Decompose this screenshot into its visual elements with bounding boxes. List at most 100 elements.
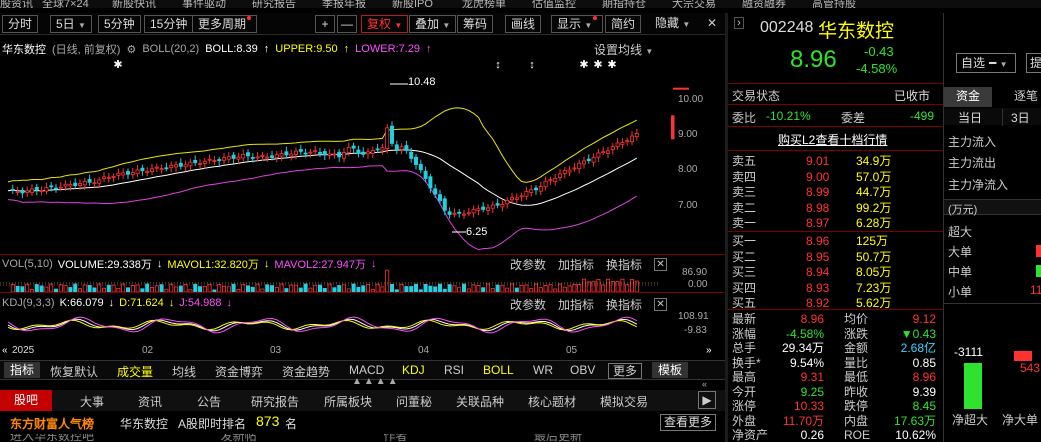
net-l-label: 净大单 [1002,413,1039,427]
candle-body [341,152,346,159]
collapse-icon[interactable]: ▲▲▲▲ [352,376,400,387]
kdj-lines[interactable] [0,311,725,345]
l2-upgrade-link[interactable]: 购买L2查看十档行情 [778,131,887,148]
candlestick-chart[interactable]: ✱ ↕ ↕ ✱ ✱ ✱ [0,56,725,254]
restore-default-tab[interactable]: 恢复默认 [50,363,98,380]
menu-item[interactable]: 龙虎榜单 [462,0,506,8]
menu-item[interactable]: 期指持仓 [602,0,646,8]
date-axis[interactable]: « 2025 02 03 04 05 » [0,344,725,359]
candle-body [97,179,102,184]
more-periods-button[interactable]: 更多周期 [192,15,258,33]
candle-body [10,189,15,191]
wr-tab[interactable]: WR [533,363,553,377]
menu-item[interactable]: 新股IPO [392,0,433,8]
menu-item[interactable]: 融资融券 [742,0,786,8]
buy-level: 买二 [732,249,757,264]
gear-icon[interactable]: ⚙ [126,43,136,56]
close-panel-icon[interactable]: ✕ [654,298,668,311]
sell-volume: 34.9万 [856,154,892,168]
sell-row[interactable]: 卖三 8.99 44.7万 [732,185,936,200]
kdj-tab[interactable]: KDJ [402,363,425,377]
sell-row[interactable]: 卖四 9.00 57.0万 [732,170,936,185]
adjust-price-button[interactable]: 复权 ▼ [361,15,409,33]
flow-bar [1036,245,1041,257]
period-intraday-button[interactable]: 分时 [2,15,39,33]
period-5day-button[interactable]: 5日 ▼ [50,15,92,33]
menu-item[interactable]: 新股快讯 [112,0,156,8]
template-button[interactable]: 模板 [652,362,689,378]
tab-guba[interactable]: 股吧 [0,390,53,411]
arrow-up-icon: ↑ [263,43,270,55]
tab-sim-trade[interactable]: 模拟交易 [600,393,648,410]
menu-item[interactable]: 事件驱动 [182,0,226,8]
sell-row[interactable]: 卖一 8.97 6.28万 [732,216,936,231]
menu-item[interactable]: 股资讯 [0,0,33,8]
capital-trend-tab[interactable]: 资金趋势 [282,363,330,380]
obv-tab[interactable]: OBV [570,363,595,377]
hide-button[interactable]: 隐藏 ▼ [650,15,695,33]
volume-bars[interactable] [0,269,725,293]
candle-body [265,156,270,159]
close-toolbar-icon[interactable]: ✕ [702,15,722,33]
stat-row: 最高 9.31 最低 8.96 [732,370,936,384]
candle-body [116,172,121,176]
tab-related[interactable]: 关联品种 [456,393,504,410]
menu-item[interactable]: 估值监控 [532,0,576,8]
capital-game-tab[interactable]: 资金博弈 [215,363,263,380]
display-button[interactable]: 显示 ▼ [551,15,604,33]
menu-item[interactable]: 研究报告 [252,0,296,8]
tab-ask-board[interactable]: 问董秘 [396,393,432,410]
tab-tick[interactable]: 逐笔 [1014,87,1038,106]
boll-tab[interactable]: BOLL [483,363,514,377]
buy-row[interactable]: 买一 8.96 125万 [732,234,936,249]
collapse-info-icon[interactable]: ▶ [698,391,716,409]
ma-tab[interactable]: 均线 [172,363,196,380]
collapse-quote-icon[interactable]: › [734,17,744,29]
more-indicators-button[interactable]: 更多 [608,363,643,379]
sell-row[interactable]: 卖五 9.01 34.9万 [732,154,936,169]
tab-3day[interactable]: 3日 [1002,109,1030,126]
popularity-title[interactable]: 东方财富人气榜 [10,415,94,432]
tab-research[interactable]: 研究报告 [251,393,299,410]
zoom-out-button[interactable]: — [337,15,357,33]
simple-mode-button[interactable]: 简约 [605,15,642,33]
tab-today[interactable]: 当日 [958,109,982,126]
menu-item[interactable]: 高管持股 [812,0,856,8]
tab-news[interactable]: 资讯 [138,393,162,410]
kdj-d-value: D:71.624 [119,297,164,309]
period-15min-button[interactable]: 15分钟 [144,15,194,33]
buy-row[interactable]: 买四 8.93 7.23万 [732,281,936,296]
menu-item[interactable]: 全球7×24 [42,0,89,8]
trade-status: 已收市 [894,89,931,103]
rsi-tab[interactable]: RSI [444,363,464,377]
candle-body [375,148,380,151]
candle-body [634,132,639,137]
collapse-side-icon[interactable]: « [702,379,707,389]
macd-tab[interactable]: MACD [349,363,384,377]
alert-button[interactable]: 提 [1026,53,1041,73]
stat-value: 29.34万 [781,341,824,355]
chips-button[interactable]: 筹码 [457,15,494,33]
scroll-right-icon[interactable]: » [706,345,712,356]
tab-announcements[interactable]: 公告 [197,393,221,410]
menu-item[interactable]: 季报年报 [322,0,366,8]
add-watch-button[interactable]: 自选 ━ ▼ [956,53,1016,73]
tab-sectors[interactable]: 所属板块 [324,393,372,410]
draw-line-button[interactable]: 画线 [505,15,542,33]
zoom-in-button[interactable]: + [315,15,335,33]
buy-row[interactable]: 买三 8.94 8.05万 [732,265,936,280]
indicator-tab-label[interactable]: 指标 [4,362,41,378]
menu-item[interactable]: 大宗交易 [672,0,716,8]
sell-row[interactable]: 卖二 8.98 99.2万 [732,201,936,216]
view-more-button[interactable]: 查看更多 [660,414,717,431]
tab-capital[interactable]: 资金 [944,87,992,107]
tab-core-topics[interactable]: 核心题材 [528,393,576,410]
tab-events[interactable]: 大事 [80,393,104,410]
overlay-button[interactable]: 叠加 ▼ [409,15,457,33]
buy-row[interactable]: 买五 8.92 5.62万 [732,296,936,311]
period-5min-button[interactable]: 5分钟 [98,15,141,33]
buy-row[interactable]: 买二 8.95 50.7万 [732,250,936,265]
volume-tab[interactable]: 成交量 [117,363,153,380]
scroll-left-icon[interactable]: « [2,345,8,356]
candle-body [269,155,274,159]
